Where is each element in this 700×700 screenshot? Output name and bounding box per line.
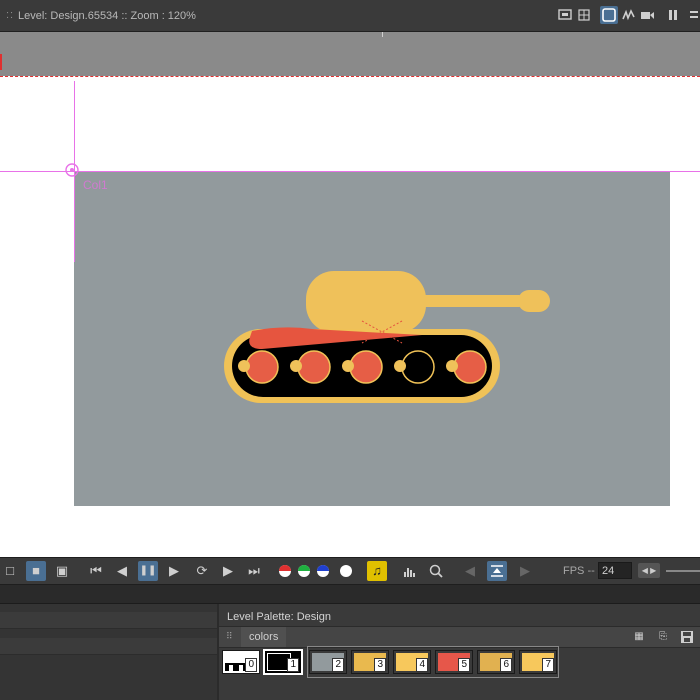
checker-bg-icon[interactable]: ▣ (52, 561, 72, 581)
fps-input[interactable]: 24 (598, 562, 632, 579)
style-chip[interactable]: 6 (477, 650, 515, 674)
fps-stepper[interactable]: ◀ ▶ (638, 563, 660, 578)
black-bg-icon[interactable]: ■ (26, 561, 46, 581)
style-index: 6 (500, 658, 512, 672)
style-index: 5 (458, 658, 470, 672)
left-panel-row (0, 638, 217, 655)
frame-slider[interactable] (666, 570, 700, 572)
horizontal-guide-line (0, 171, 700, 172)
pause-icon[interactable] (664, 6, 682, 24)
prev-frame-icon[interactable]: ◀ (112, 561, 132, 581)
style-chip-selected[interactable]: 1 (263, 649, 303, 675)
style-index: 1 (287, 658, 299, 672)
grid-icon[interactable] (575, 6, 593, 24)
horizontal-ruler[interactable] (0, 32, 700, 76)
style-chip-area: 0 1 2 3 4 5 6 7 (219, 646, 700, 678)
green-channel-icon[interactable] (294, 561, 314, 581)
monitor-icon[interactable] (556, 6, 574, 24)
column-label: Col1 (83, 178, 108, 192)
tab-colors[interactable]: colors (241, 627, 287, 647)
style-index: 4 (416, 658, 428, 672)
first-frame-icon[interactable]: ⏮ (86, 561, 106, 581)
frame-icon[interactable] (600, 6, 618, 24)
camera-icon[interactable] (638, 6, 656, 24)
play-icon[interactable]: ▶ (164, 561, 184, 581)
playback-toolbar: □ ■ ▣ ⏮ ◀ ❚❚ ▶ ⟳ ▶ ⏭ ♫ ◀ ▶ FPS -- / 24 ◀… (0, 557, 700, 585)
marker-sync-icon[interactable] (487, 561, 507, 581)
tank-drawing[interactable] (222, 269, 552, 409)
style-chip[interactable]: 7 (519, 650, 557, 674)
style-chip[interactable]: 2 (309, 650, 347, 674)
viewer-title-bar: :: Level: Design.65534 :: Zoom : 120% (0, 0, 700, 32)
left-panel (0, 604, 217, 700)
white-bg-icon[interactable]: □ (0, 561, 20, 581)
page-grip-icon[interactable]: ⠿ (226, 631, 233, 642)
style-chip[interactable]: 4 (393, 650, 431, 674)
pause-button-icon[interactable]: ❚❚ (138, 561, 158, 581)
loop-icon[interactable]: ⟳ (192, 561, 212, 581)
left-panel-row (0, 612, 217, 629)
palette-tab-bar: ⠿ colors ▦ ⎘ (219, 626, 700, 648)
tank-muzzle (518, 290, 550, 312)
next-marker-icon[interactable]: ▶ (515, 561, 535, 581)
last-frame-icon[interactable]: ⏭ (244, 561, 264, 581)
zoom-icon[interactable] (426, 561, 446, 581)
drag-grip-icon[interactable]: :: (6, 9, 14, 21)
freehand-icon[interactable] (620, 6, 638, 24)
histogram-icon[interactable] (400, 561, 420, 581)
prev-marker-icon[interactable]: ◀ (460, 561, 480, 581)
pivot-target-icon[interactable] (64, 162, 80, 178)
alpha-channel-icon[interactable] (336, 561, 356, 581)
save-as-icon[interactable]: ⎘ (655, 630, 671, 644)
palette-title: Level Palette: Design (227, 611, 331, 623)
style-index: 3 (374, 658, 386, 672)
scene-viewer[interactable]: Col1 (0, 76, 700, 558)
red-channel-icon[interactable] (275, 561, 295, 581)
style-index: 7 (542, 658, 554, 672)
fps-label: FPS -- / (563, 565, 601, 577)
style-chip[interactable]: 3 (351, 650, 389, 674)
viewer-title: Level: Design.65534 :: Zoom : 120% (18, 10, 196, 22)
next-frame-icon[interactable]: ▶ (218, 561, 238, 581)
save-icon[interactable] (679, 630, 695, 644)
style-chip[interactable]: 5 (435, 650, 473, 674)
list-view-icon[interactable]: ▦ (631, 630, 647, 644)
level-palette-panel: Level Palette: Design ⠿ colors ▦ ⎘ 0 1 2… (219, 604, 700, 700)
menu-icon[interactable] (688, 6, 700, 24)
tank-barrel (418, 295, 522, 307)
style-index: 0 (245, 658, 257, 672)
current-frame-marker (0, 54, 2, 70)
style-index: 2 (332, 658, 344, 672)
style-chip[interactable]: 0 (222, 650, 260, 674)
blue-channel-icon[interactable] (313, 561, 333, 581)
sound-icon[interactable]: ♫ (367, 561, 387, 581)
panel-separator[interactable] (0, 585, 700, 604)
